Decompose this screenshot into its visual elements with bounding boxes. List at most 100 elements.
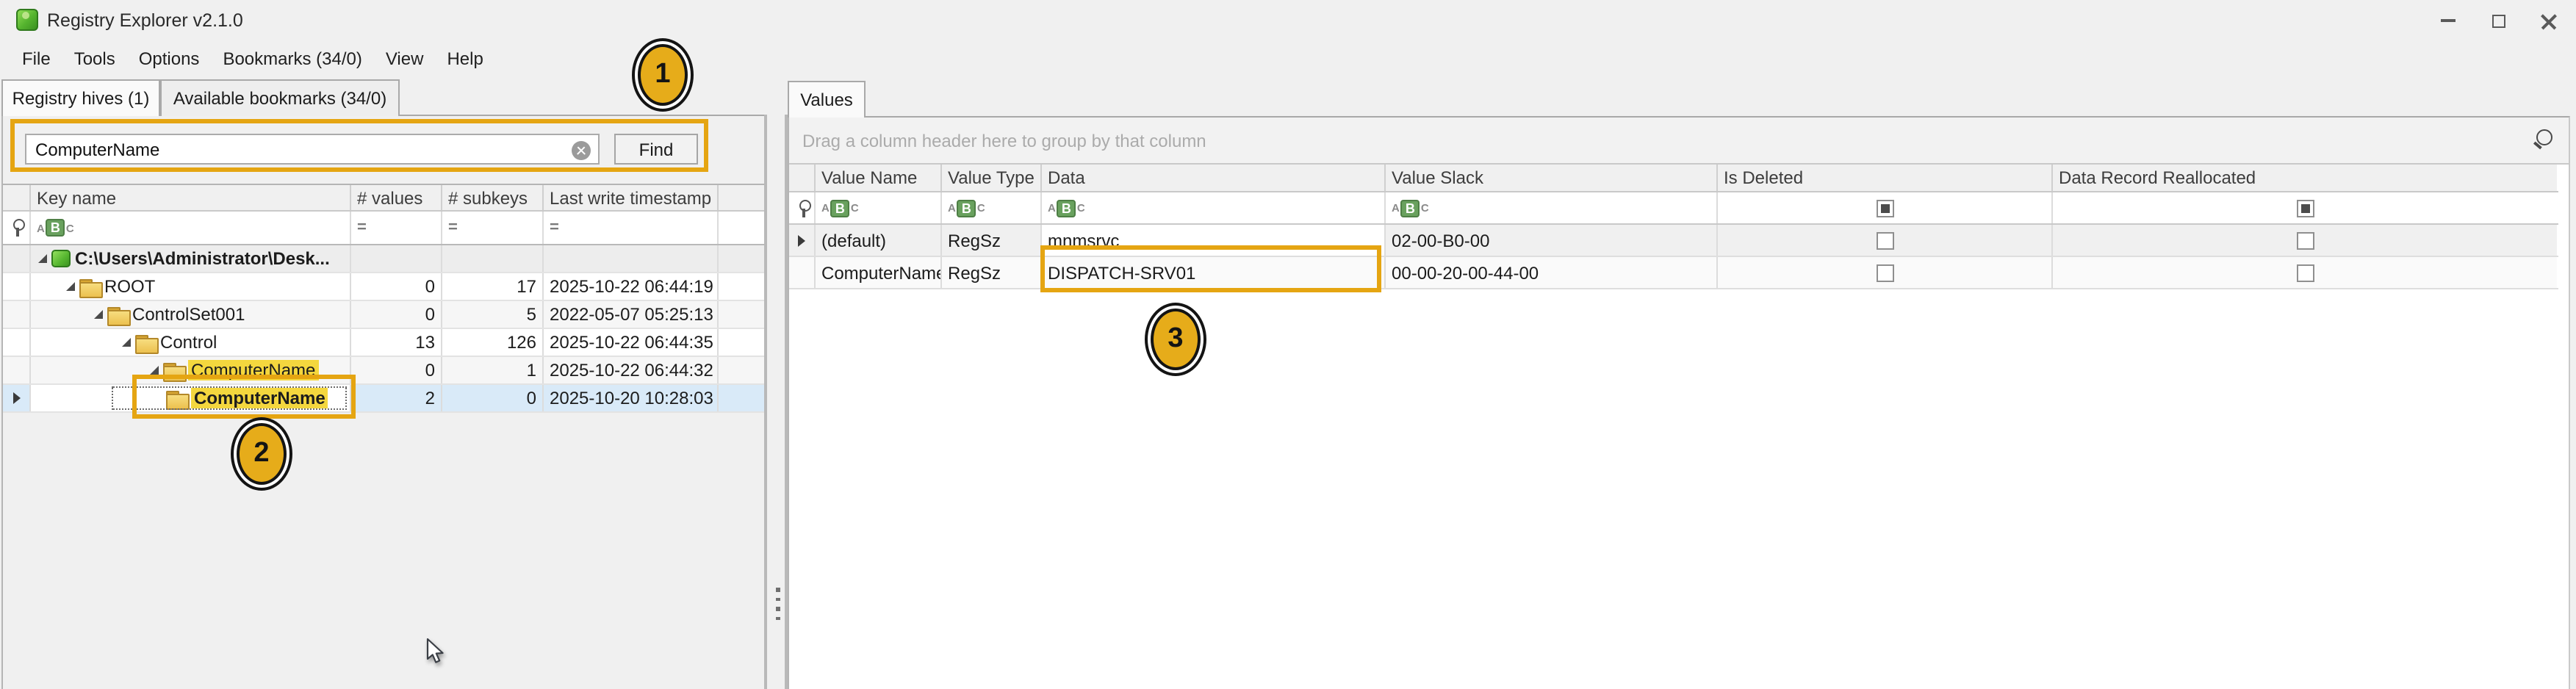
menu-view[interactable]: View — [374, 44, 436, 73]
tree-col-num-subkeys[interactable]: # subkeys — [442, 185, 544, 210]
tree-col-key-name[interactable]: Key name — [31, 185, 351, 210]
cell-data-computername: DISPATCH-SRV01 — [1042, 257, 1386, 288]
col-data[interactable]: Data — [1042, 165, 1386, 191]
checkbox-unchecked-icon[interactable] — [2296, 231, 2314, 249]
group-by-band[interactable]: Drag a column header here to group by th… — [789, 118, 2569, 165]
col-data-record-reallocated[interactable]: Data Record Reallocated — [2053, 165, 2557, 191]
window-title: Registry Explorer v2.1.0 — [47, 10, 243, 31]
find-button[interactable]: Find — [614, 134, 698, 165]
expand-arrow-icon[interactable] — [150, 366, 159, 375]
filter-value-slack[interactable]: ABC — [1386, 192, 1718, 223]
tree-row-computername-parent[interactable]: ComputerName 0 1 2025-10-22 06:44:32 — [3, 357, 764, 385]
tree-col-num-values[interactable]: # values — [351, 185, 442, 210]
focus-rect — [112, 386, 347, 410]
checkbox-unchecked-icon[interactable] — [1876, 264, 1893, 281]
folder-icon — [135, 334, 156, 350]
menu-file[interactable]: File — [10, 44, 62, 73]
tree-node-label-highlighted: ComputerName — [188, 360, 318, 380]
menu-options[interactable]: Options — [127, 44, 212, 73]
row-indicator-cell — [3, 357, 31, 383]
minimize-button[interactable] — [2423, 0, 2473, 41]
tab-available-bookmarks[interactable]: Available bookmarks (34/0) — [160, 79, 400, 116]
values-row-default[interactable]: (default) RegSz mnmsrvc 02-00-B0-00 — [789, 225, 2558, 257]
tree-node-label: C:\Users\Administrator\Desk... — [75, 248, 330, 269]
tab-values[interactable]: Values — [788, 81, 866, 118]
menu-tools[interactable]: Tools — [62, 44, 127, 73]
checkbox-unchecked-icon[interactable] — [2296, 264, 2314, 281]
maximize-icon — [2492, 14, 2505, 27]
cell-value-name: (default) — [816, 225, 942, 256]
badge-number: 2 — [237, 423, 287, 485]
tree-filter-num-values[interactable]: = — [351, 212, 442, 244]
folder-icon — [107, 306, 128, 322]
clear-search-icon[interactable] — [572, 141, 591, 160]
expand-arrow-icon[interactable] — [94, 310, 103, 319]
registry-hives-panel: ComputerName Find Key name # values # su… — [1, 115, 764, 689]
close-button[interactable] — [2523, 0, 2573, 41]
search-input[interactable]: ComputerName — [25, 134, 600, 165]
tree-filter-row: ABC = = = — [3, 212, 764, 245]
registry-tree-grid: Key name # values # subkeys Last write t… — [3, 184, 764, 413]
abc-filter-icon: ABC — [37, 219, 74, 237]
menu-bookmarks[interactable]: Bookmarks (34/0) — [211, 44, 373, 73]
menu-help[interactable]: Help — [435, 44, 494, 73]
cell-value-slack: 00-00-20-00-44-00 — [1386, 257, 1718, 288]
abc-filter-icon: ABC — [1048, 199, 1085, 217]
tab-values-label: Values — [800, 90, 853, 110]
tree-header-row: Key name # values # subkeys Last write t… — [3, 185, 764, 212]
tree-row-hive-root[interactable]: C:\Users\Administrator\Desk... — [3, 245, 764, 273]
values-panel: Drag a column header here to group by th… — [788, 116, 2570, 689]
values-filter-row: ABC ABC ABC ABC — [789, 192, 2558, 225]
values-filter-pin[interactable] — [789, 192, 816, 223]
cell-value-type: RegSz — [942, 225, 1042, 256]
panel-splitter[interactable] — [764, 115, 788, 689]
search-input-value: ComputerName — [35, 139, 159, 159]
filter-data-record-reallocated[interactable] — [2053, 192, 2557, 223]
tree-filter-key-name[interactable]: ABC — [31, 212, 351, 244]
checkbox-indeterminate-icon[interactable] — [2296, 199, 2314, 217]
expand-arrow-icon[interactable] — [66, 282, 75, 291]
tree-row-computername-selected[interactable]: ComputerName 2 0 2025-10-20 10:28:03 — [3, 385, 764, 413]
row-indicator-cell — [3, 273, 31, 300]
tree-node-label: ControlSet001 — [132, 304, 245, 325]
col-value-type[interactable]: Value Type — [942, 165, 1042, 191]
col-value-name[interactable]: Value Name — [816, 165, 942, 191]
cell-is-deleted — [1718, 257, 2053, 288]
tab-registry-hives-label: Registry hives (1) — [12, 88, 150, 109]
tree-row-controlset001[interactable]: ControlSet001 0 5 2022-05-07 05:25:13 — [3, 301, 764, 329]
expand-arrow-icon[interactable] — [38, 254, 47, 263]
annotation-badge-2: 2 — [231, 417, 292, 491]
pin-icon — [9, 217, 24, 238]
checkbox-indeterminate-icon[interactable] — [1876, 199, 1893, 217]
tab-available-bookmarks-label: Available bookmarks (34/0) — [173, 88, 386, 109]
registry-explorer-window: Registry Explorer v2.1.0 File Tools Opti… — [0, 0, 2576, 689]
filter-value-type[interactable]: ABC — [942, 192, 1042, 223]
tree-header-indicator — [3, 185, 31, 210]
group-by-hint-text: Drag a column header here to group by th… — [802, 130, 1206, 151]
find-button-label: Find — [639, 139, 674, 159]
cell-data-record-reallocated — [2053, 257, 2557, 288]
tree-filter-pin[interactable] — [3, 212, 31, 244]
tree-col-last-write[interactable]: Last write timestamp — [544, 185, 719, 210]
tab-registry-hives[interactable]: Registry hives (1) — [1, 79, 160, 116]
annotation-badge-1: 1 — [632, 38, 694, 112]
equals-filter-icon: = — [357, 219, 367, 237]
badge-number: 3 — [1151, 309, 1201, 370]
filter-is-deleted[interactable] — [1718, 192, 2053, 223]
col-is-deleted[interactable]: Is Deleted — [1718, 165, 2053, 191]
checkbox-unchecked-icon[interactable] — [1876, 231, 1893, 249]
filter-data[interactable]: ABC — [1042, 192, 1386, 223]
hive-icon — [51, 250, 71, 267]
search-magnifier-icon[interactable] — [2532, 128, 2557, 153]
values-header-row: Value Name Value Type Data Value Slack I… — [789, 165, 2558, 192]
tree-filter-last-write[interactable]: = — [544, 212, 719, 244]
maximize-button[interactable] — [2473, 0, 2523, 41]
tree-row-root[interactable]: ROOT 0 17 2025-10-22 06:44:19 — [3, 273, 764, 301]
app-logo-icon — [16, 9, 38, 31]
tree-row-control[interactable]: Control 13 126 2025-10-22 06:44:35 — [3, 329, 764, 357]
tree-filter-num-subkeys[interactable]: = — [442, 212, 544, 244]
expand-arrow-icon[interactable] — [122, 338, 131, 347]
col-value-slack[interactable]: Value Slack — [1386, 165, 1718, 191]
values-row-computername[interactable]: ComputerName RegSz DISPATCH-SRV01 00-00-… — [789, 257, 2558, 289]
filter-value-name[interactable]: ABC — [816, 192, 942, 223]
